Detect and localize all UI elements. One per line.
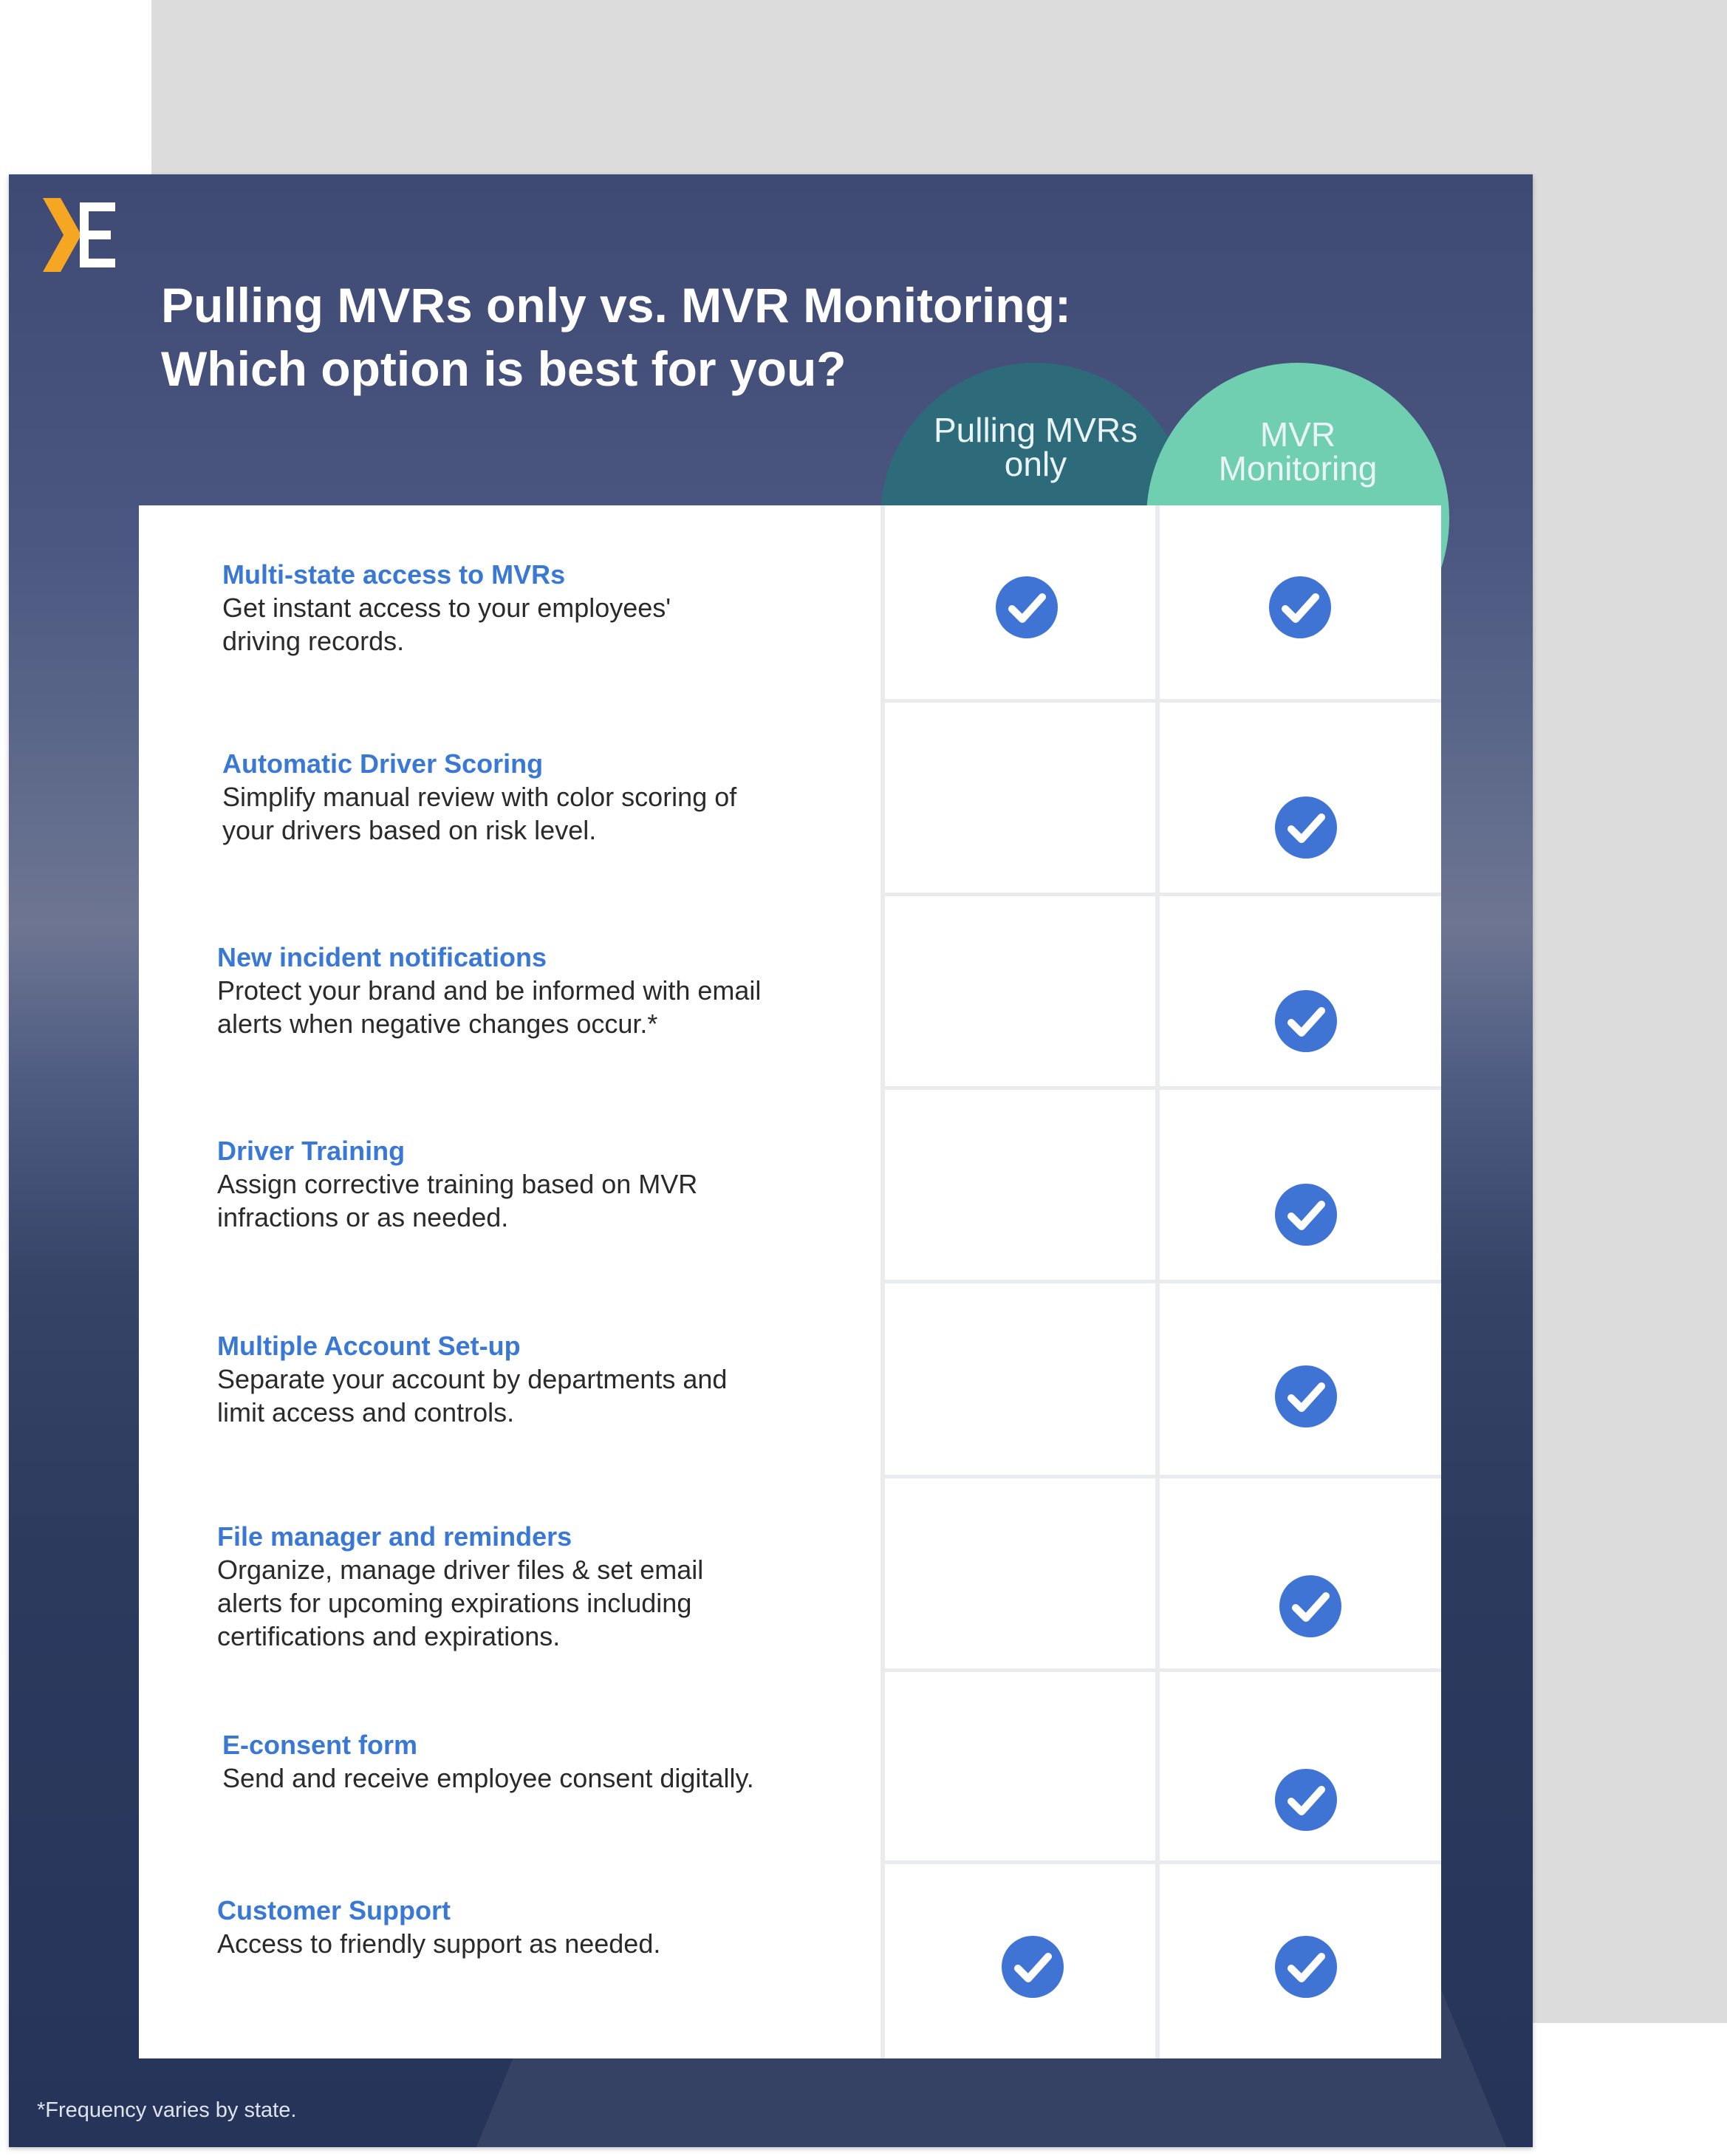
title-line-1: Pulling MVRs only vs. MVR Monitoring: <box>161 278 1071 332</box>
feature-description: alerts for upcoming expirations includin… <box>217 1588 692 1618</box>
check-icon-monitoring <box>1279 1575 1341 1637</box>
feature-description: your drivers based on risk level. <box>222 815 597 845</box>
check-icon-monitoring <box>1275 990 1337 1052</box>
feature-text: E-consent form Send and receive employee … <box>222 1729 858 1795</box>
feature-description: Assign corrective training based on MVR <box>217 1169 698 1199</box>
feature-description: alerts when negative changes occur.* <box>217 1009 658 1039</box>
row-divider <box>880 1086 1441 1090</box>
feature-description: infractions or as needed. <box>217 1202 509 1232</box>
row-divider <box>880 1668 1441 1672</box>
check-icon-monitoring <box>1269 576 1331 638</box>
feature-title: Driver Training <box>217 1136 406 1166</box>
footnote: *Frequency varies by state. <box>37 2098 297 2122</box>
feature-description: driving records. <box>222 626 405 656</box>
check-icon-pulling <box>1002 1936 1064 1998</box>
feature-row: Automatic Driver Scoring Simplify manual … <box>139 699 1441 894</box>
row-divider <box>880 1280 1441 1283</box>
check-icon-monitoring <box>1275 1184 1337 1246</box>
feature-row: File manager and reminders Organize, mana… <box>139 1475 1441 1670</box>
feature-description: certifications and expirations. <box>217 1621 561 1651</box>
feature-title: Automatic Driver Scoring <box>222 748 544 779</box>
feature-description: Access to friendly support as needed. <box>217 1928 661 1959</box>
feature-description: Send and receive employee consent digita… <box>222 1763 754 1793</box>
feature-row: New incident notifications Protect your b… <box>139 893 1441 1088</box>
feature-title: Customer Support <box>217 1895 451 1925</box>
feature-text: Automatic Driver Scoring Simplify manual … <box>222 748 858 847</box>
monitoring-label-line-1: MVR <box>1259 415 1336 454</box>
feature-text: Customer Support Access to friendly suppo… <box>217 1894 852 1960</box>
feature-title: File manager and reminders <box>217 1521 572 1552</box>
row-divider <box>880 699 1441 703</box>
feature-text: New incident notifications Protect your b… <box>217 941 852 1040</box>
check-icon-monitoring <box>1275 1365 1337 1427</box>
feature-row: Driver Training Assign corrective trainin… <box>139 1086 1441 1281</box>
row-divider <box>880 1860 1441 1864</box>
feature-row: Customer Support Access to friendly suppo… <box>139 1860 1441 2058</box>
feature-description: Protect your brand and be informed with … <box>217 975 762 1006</box>
feature-title: Multi-state access to MVRs <box>222 559 566 590</box>
feature-title: Multiple Account Set-up <box>217 1331 521 1361</box>
company-logo <box>43 198 115 272</box>
feature-text: Multi-state access to MVRs Get instant ac… <box>222 559 858 658</box>
feature-text: Multiple Account Set-up Separate your acc… <box>217 1330 852 1429</box>
feature-description: Simplify manual review with color scorin… <box>222 782 737 812</box>
feature-text: File manager and reminders Organize, mana… <box>217 1521 852 1653</box>
pulling-label-line-1: Pulling MVRs <box>933 411 1138 449</box>
monitoring-label-line-2: Monitoring <box>1218 449 1378 488</box>
pulling-label-line-2: only <box>1004 445 1067 483</box>
check-icon-pulling <box>996 576 1058 638</box>
feature-description: Separate your account by departments and <box>217 1364 728 1394</box>
comparison-document: Pulling MVRs only vs. MVR Monitoring: Wh… <box>9 174 1533 2147</box>
feature-row: E-consent form Send and receive employee … <box>139 1668 1441 1862</box>
feature-description: limit access and controls. <box>217 1397 515 1427</box>
feature-description: Get instant access to your employees' <box>222 593 671 623</box>
comparison-table: Multi-state access to MVRs Get instant ac… <box>139 505 1441 2058</box>
feature-title: New incident notifications <box>217 942 547 972</box>
check-icon-monitoring <box>1275 1936 1337 1998</box>
row-divider <box>880 893 1441 896</box>
feature-text: Driver Training Assign corrective trainin… <box>217 1135 852 1234</box>
feature-description: Organize, manage driver files & set emai… <box>217 1555 704 1585</box>
check-icon-monitoring <box>1275 1769 1337 1831</box>
row-divider <box>880 1475 1441 1478</box>
feature-title: E-consent form <box>222 1730 418 1760</box>
check-icon-monitoring <box>1275 796 1337 859</box>
feature-row: Multiple Account Set-up Separate your acc… <box>139 1280 1441 1476</box>
feature-row: Multi-state access to MVRs Get instant ac… <box>139 505 1441 700</box>
